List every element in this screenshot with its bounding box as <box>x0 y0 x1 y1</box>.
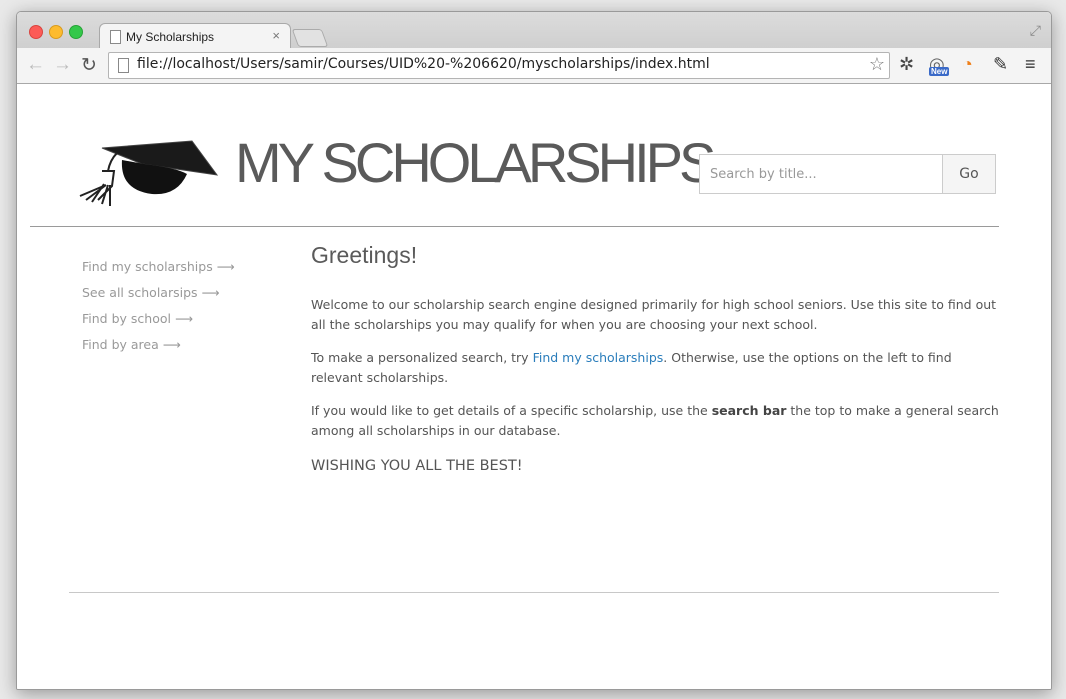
sidebar-link-find-by-school[interactable]: Find by school ⟶ <box>82 311 235 337</box>
search-input[interactable] <box>699 154 948 194</box>
sidebar-nav: Find my scholarships ⟶ See all scholarsi… <box>82 259 235 363</box>
tab-close-icon[interactable]: × <box>272 28 280 43</box>
new-tab-button[interactable] <box>291 29 329 47</box>
browser-window: My Scholarships × ⤢ ← → ↻ file://localho… <box>16 11 1052 690</box>
close-window-button[interactable] <box>29 25 43 39</box>
back-arrow-icon[interactable]: ← <box>26 54 45 76</box>
forward-arrow-icon[interactable]: → <box>53 54 72 76</box>
page-icon <box>118 58 129 73</box>
go-button[interactable]: Go <box>942 154 996 194</box>
new-extension-icon[interactable]: ◎ New <box>929 54 950 76</box>
reload-icon[interactable]: ↻ <box>81 54 97 77</box>
intro-paragraph: Welcome to our scholarship search engine… <box>311 297 997 332</box>
search-bar-paragraph: If you would like to get details of a sp… <box>311 403 999 438</box>
page-heading: Greetings! <box>311 242 418 268</box>
sidebar-link-find-by-area[interactable]: Find by area ⟶ <box>82 337 235 363</box>
sidebar-link-find-my-scholarships[interactable]: Find my scholarships ⟶ <box>82 259 235 285</box>
url-text[interactable]: file://localhost/Users/samir/Courses/UID… <box>137 56 710 72</box>
page-icon <box>110 30 121 44</box>
address-bar[interactable]: file://localhost/Users/samir/Courses/UID… <box>108 52 890 79</box>
graduation-cap-logo <box>79 140 219 206</box>
tab-title: My Scholarships <box>126 30 215 44</box>
tab-my-scholarships[interactable]: My Scholarships × <box>99 23 291 50</box>
menu-icon[interactable]: ≡ <box>1025 54 1036 75</box>
fullscreen-icon[interactable]: ⤢ <box>1030 22 1041 39</box>
header-divider <box>30 226 999 227</box>
zoom-window-button[interactable] <box>69 25 83 39</box>
site-title: MY SCHOLARSHIPS <box>235 131 716 194</box>
bookmark-star-icon[interactable]: ☆ <box>869 54 885 75</box>
web-page: MY SCHOLARSHIPS Go Find my scholarships … <box>17 84 1051 689</box>
minimize-window-button[interactable] <box>49 25 63 39</box>
tab-strip: My Scholarships × ⤢ <box>17 12 1051 50</box>
personalized-search-paragraph: To make a personalized search, try Find … <box>311 350 952 385</box>
closing-message: WISHING YOU ALL THE BEST! <box>311 458 523 474</box>
rss-icon[interactable]: ◔ <box>962 54 973 75</box>
pencil-icon[interactable]: ✎ <box>993 54 1008 75</box>
browser-toolbar: ← → ↻ file://localhost/Users/samir/Cours… <box>17 48 1051 84</box>
search-bar-emphasis: search bar <box>711 403 787 418</box>
find-my-scholarships-link[interactable]: Find my scholarships <box>533 350 664 365</box>
bug-extension-icon[interactable]: ✲ <box>899 54 914 75</box>
new-badge: New <box>929 67 950 76</box>
sidebar-link-see-all-scholarships[interactable]: See all scholarsips ⟶ <box>82 285 235 311</box>
footer-divider <box>69 592 999 593</box>
main-content: Greetings! Welcome to our scholarship se… <box>311 242 1001 489</box>
